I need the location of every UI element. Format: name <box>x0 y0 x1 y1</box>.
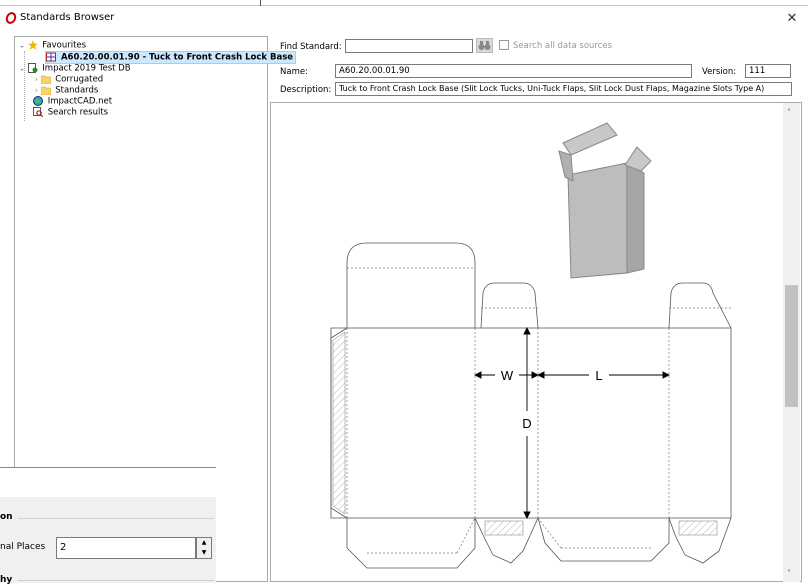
dieline-outline <box>330 242 732 569</box>
tree-item-corrugated[interactable]: › Corrugated <box>35 74 103 85</box>
section-divider <box>18 518 214 519</box>
name-field[interactable]: A60.20.00.01.90 <box>335 64 692 78</box>
globe-icon <box>33 96 43 106</box>
dimension-w-label: W <box>501 368 514 383</box>
tree-label-corrugated: Corrugated <box>55 74 104 85</box>
star-icon <box>27 40 38 50</box>
stepper-up-icon[interactable]: ▲ <box>197 538 211 548</box>
tree-label-impactcad: ImpactCAD.net <box>47 96 113 107</box>
tree-label-favourite-standard: A60.20.00.01.90 - Tuck to Front Crash Lo… <box>60 52 294 63</box>
chevron-right-icon[interactable]: › <box>35 76 38 84</box>
title-bar-top-line <box>0 0 808 6</box>
search-results-icon <box>33 107 43 117</box>
standard-design-icon <box>46 52 56 62</box>
dimension-d-label: D <box>522 416 531 431</box>
tree-label-favourites: Favourites <box>42 40 87 51</box>
description-label: Description: <box>280 85 332 95</box>
name-label: Name: <box>280 67 308 77</box>
tree-item-search-results[interactable]: Search results <box>33 107 108 118</box>
decimal-places-stepper[interactable]: ▲ ▼ <box>196 537 212 559</box>
dimension-lines <box>473 326 671 520</box>
title-bar: Standards Browser ✕ <box>0 0 808 36</box>
tree-label-database: Impact 2019 Test DB <box>42 63 131 74</box>
drag-handle-line <box>260 0 261 6</box>
box-3d-preview <box>558 122 652 279</box>
window-title: Standards Browser <box>20 12 115 23</box>
glue-areas <box>332 331 718 536</box>
scroll-down-icon[interactable]: ˅ <box>787 569 791 578</box>
tree-item-favourites[interactable]: ⌄ Favourites <box>19 40 86 51</box>
description-field[interactable]: Tuck to Front Crash Lock Base (Slit Lock… <box>335 82 792 96</box>
standard-properties: Find Standard: Search all data sources N… <box>270 36 802 101</box>
version-label: Version: <box>702 67 737 77</box>
tree-label-standards: Standards <box>55 85 99 96</box>
folder-icon <box>40 75 51 84</box>
scrollbar-thumb[interactable] <box>785 285 798 407</box>
chevron-down-icon[interactable]: ⌄ <box>19 42 25 50</box>
find-standard-input[interactable] <box>345 39 473 53</box>
decimal-places-label: nal Places <box>0 542 46 552</box>
fold-lines <box>346 267 731 554</box>
stepper-down-icon[interactable]: ▼ <box>197 548 211 558</box>
popup-section-label: on <box>0 512 13 522</box>
close-icon[interactable]: ✕ <box>785 11 799 26</box>
popup-bottom-label: hy <box>0 575 13 585</box>
tree-item-impactcad[interactable]: ImpactCAD.net <box>33 96 112 107</box>
binoculars-icon <box>478 41 491 50</box>
decimal-places-input[interactable]: 2 <box>56 537 196 559</box>
tree-label-search-results: Search results <box>47 107 109 118</box>
dieline-drawing: W L D <box>330 122 732 569</box>
popup-header <box>0 468 216 497</box>
scroll-up-icon[interactable]: ˄ <box>787 108 791 117</box>
search-all-sources-label: Search all data sources <box>513 41 613 51</box>
chevron-right-icon[interactable]: › <box>35 87 38 95</box>
folder-icon <box>40 86 51 95</box>
properties-popup: on nal Places 2 ▲ ▼ hy <box>0 467 216 585</box>
search-all-sources-checkbox[interactable] <box>499 40 509 50</box>
app-logo-icon <box>5 12 17 24</box>
section-divider <box>18 580 214 581</box>
database-icon <box>27 63 38 73</box>
version-field[interactable]: 111 <box>745 64 791 78</box>
tree-item-standards[interactable]: › Standards <box>35 85 98 96</box>
search-button[interactable] <box>476 38 493 53</box>
tree-guide-line <box>24 51 25 121</box>
find-standard-label: Find Standard: <box>280 42 342 52</box>
dimension-l-label: L <box>595 368 602 383</box>
drawing-viewer[interactable]: W L D <box>270 102 802 582</box>
tree-item-database[interactable]: ⌄ Impact 2019 Test DB <box>19 63 131 74</box>
